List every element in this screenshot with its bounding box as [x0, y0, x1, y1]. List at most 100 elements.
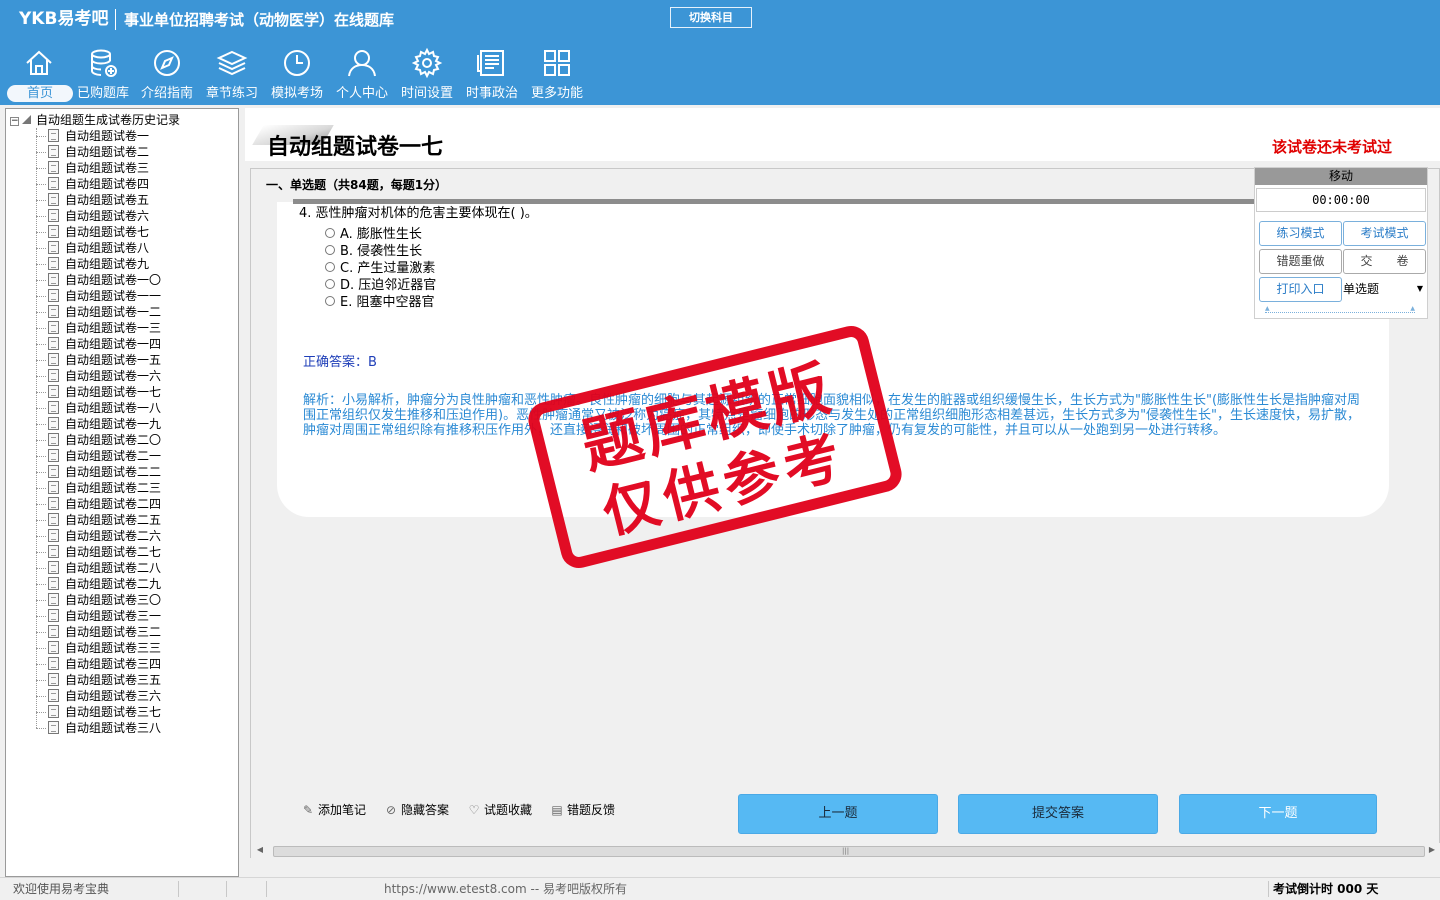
panel-resize-handle[interactable]	[1265, 305, 1415, 313]
scroll-track[interactable]: |||	[273, 846, 1425, 857]
tree-item[interactable]: 自动组题试卷二四	[36, 496, 161, 512]
tree-item[interactable]: 自动组题试卷二三	[36, 480, 161, 496]
scroll-left-icon[interactable]: ◀	[255, 845, 265, 854]
tree-item[interactable]: 自动组题试卷一一	[36, 288, 161, 304]
prev-question-button[interactable]: 上一题	[738, 794, 938, 834]
tree-item[interactable]: 自动组题试卷三	[36, 160, 149, 176]
tree-item[interactable]: 自动组题试卷一五	[36, 352, 161, 368]
tree-item-label: 自动组题试卷二〇	[65, 433, 162, 447]
tree-item[interactable]: 自动组题试卷三四	[36, 656, 161, 672]
scroll-right-icon[interactable]: ▶	[1427, 845, 1437, 854]
tree-item[interactable]: 自动组题试卷一	[36, 128, 149, 144]
radio-icon[interactable]	[325, 296, 335, 306]
tree-item[interactable]: 自动组题试卷三六	[36, 688, 161, 704]
hand-in-button[interactable]: 交 卷	[1343, 249, 1426, 274]
option-d[interactable]: D. 压迫邻近器官	[325, 277, 436, 294]
tree-item[interactable]: 自动组题试卷一九	[36, 416, 161, 432]
tree-item[interactable]: 自动组题试卷五	[36, 192, 149, 208]
tree-root[interactable]: − 自动组题生成试卷历史记录	[10, 112, 180, 128]
nav-time-settings[interactable]: 时间设置	[396, 47, 458, 103]
tree-item-label: 自动组题试卷二一	[65, 449, 162, 463]
tree-item[interactable]: 自动组题试卷一六	[36, 368, 161, 384]
dropdown-arrow-icon[interactable]: ▼	[1417, 278, 1423, 300]
status-divider	[178, 881, 179, 897]
tree-item[interactable]: 自动组题试卷二一	[36, 448, 162, 464]
tree-item[interactable]: 自动组题试卷二六	[36, 528, 161, 544]
tree-item-label: 自动组题试卷二九	[65, 577, 162, 591]
redo-wrong-button[interactable]: 错题重做	[1259, 249, 1342, 274]
tree-item[interactable]: 自动组题试卷九	[36, 256, 149, 272]
tree-item[interactable]: 自动组题试卷八	[36, 240, 150, 256]
tree-item[interactable]: 自动组题试卷四	[36, 176, 149, 192]
radio-icon[interactable]	[325, 279, 335, 289]
nav-guide[interactable]: 介绍指南	[136, 47, 198, 103]
report-icon: ▤	[551, 803, 563, 817]
option-b[interactable]: B. 侵袭性生长	[325, 243, 422, 260]
move-handle[interactable]: 移动	[1255, 168, 1427, 185]
nav-label: 章节练习	[205, 86, 258, 101]
option-c[interactable]: C. 产生过量激素	[325, 260, 435, 277]
tree-item[interactable]: 自动组题试卷三一	[36, 608, 161, 624]
tree-item[interactable]: 自动组题试卷一三	[36, 320, 161, 336]
tree-item[interactable]: 自动组题试卷一二	[36, 304, 161, 320]
tree-connector	[36, 200, 46, 201]
hide-answer-button[interactable]: ⊘ 隐藏答案	[384, 802, 449, 818]
section-title: 一、单选题（共84题，每题1分）	[266, 178, 448, 192]
option-e[interactable]: E. 阻塞中空器官	[325, 294, 434, 311]
tree-item[interactable]: 自动组题试卷一〇	[36, 272, 161, 288]
tree-item[interactable]: 自动组题试卷二二	[36, 464, 161, 480]
paper-title: 自动组题试卷一七	[267, 135, 444, 160]
nav-purchased[interactable]: 已购题库	[72, 47, 134, 103]
grid-icon	[544, 50, 570, 76]
tree-connector	[36, 136, 46, 137]
tree-connector	[36, 456, 46, 457]
practice-mode-button[interactable]: 练习模式	[1259, 221, 1342, 246]
nav-home[interactable]: 首页	[7, 47, 73, 103]
welcome-text: 欢迎使用易考宝典	[13, 882, 110, 896]
nav-current-affairs[interactable]: 时事政治	[461, 47, 523, 103]
tree-connector	[36, 632, 46, 633]
document-icon	[48, 161, 59, 174]
tree-item[interactable]: 自动组题试卷三八	[36, 720, 161, 736]
tree-item[interactable]: 自动组题试卷三五	[36, 672, 161, 688]
tree-item[interactable]: 自动组题试卷二	[36, 144, 149, 160]
tree-item[interactable]: 自动组题试卷一四	[36, 336, 161, 352]
question-type-select[interactable]: 单选题 ▼	[1343, 278, 1427, 300]
tree-item[interactable]: 自动组题试卷一八	[36, 400, 161, 416]
tree-item[interactable]: 自动组题试卷三七	[36, 704, 161, 720]
option-a[interactable]: A. 膨胀性生长	[325, 226, 422, 243]
add-note-button[interactable]: ✎ 添加笔记	[301, 802, 366, 818]
switch-subject-button[interactable]: 切换科目	[670, 7, 752, 28]
nav-profile[interactable]: 个人中心	[331, 47, 393, 103]
tree-item[interactable]: 自动组题试卷二〇	[36, 432, 162, 448]
nav-more[interactable]: 更多功能	[526, 47, 588, 103]
tree-item[interactable]: 自动组题试卷二八	[36, 560, 161, 576]
exam-mode-button[interactable]: 考试模式	[1343, 221, 1426, 246]
document-icon	[48, 721, 59, 734]
radio-icon[interactable]	[325, 245, 335, 255]
tree-item[interactable]: 自动组题试卷二五	[36, 512, 161, 528]
submit-answer-button[interactable]: 提交答案	[958, 794, 1158, 834]
print-button[interactable]: 打印入口	[1259, 277, 1342, 302]
tree-item[interactable]: 自动组题试卷三〇	[36, 592, 161, 608]
tree-item-label: 自动组题试卷八	[65, 241, 150, 255]
horizontal-scrollbar[interactable]: ◀ ||| ▶	[251, 843, 1440, 859]
tree-item[interactable]: 自动组题试卷一七	[36, 384, 161, 400]
tree-item[interactable]: 自动组题试卷三二	[36, 624, 161, 640]
tree-item[interactable]: 自动组题试卷二七	[36, 544, 161, 560]
tree-item[interactable]: 自动组题试卷七	[36, 224, 149, 240]
feedback-button[interactable]: ▤ 错题反馈	[550, 802, 615, 818]
nav-mock-exam[interactable]: 模拟考场	[266, 47, 328, 103]
tree-item[interactable]: 自动组题试卷二九	[36, 576, 162, 592]
tree-item[interactable]: 自动组题试卷六	[36, 208, 149, 224]
question-divider	[293, 199, 1255, 204]
radio-icon[interactable]	[325, 262, 335, 272]
nav-chapter[interactable]: 章节练习	[201, 47, 263, 103]
scroll-grip-icon[interactable]: |||	[842, 848, 849, 855]
option-label: A. 膨胀性生长	[340, 227, 422, 242]
radio-icon[interactable]	[325, 228, 335, 238]
next-question-button[interactable]: 下一题	[1179, 794, 1377, 834]
tree-item[interactable]: 自动组题试卷三三	[36, 640, 161, 656]
favorite-button[interactable]: ♡ 试题收藏	[467, 802, 532, 818]
collapse-icon[interactable]: −	[10, 117, 19, 126]
